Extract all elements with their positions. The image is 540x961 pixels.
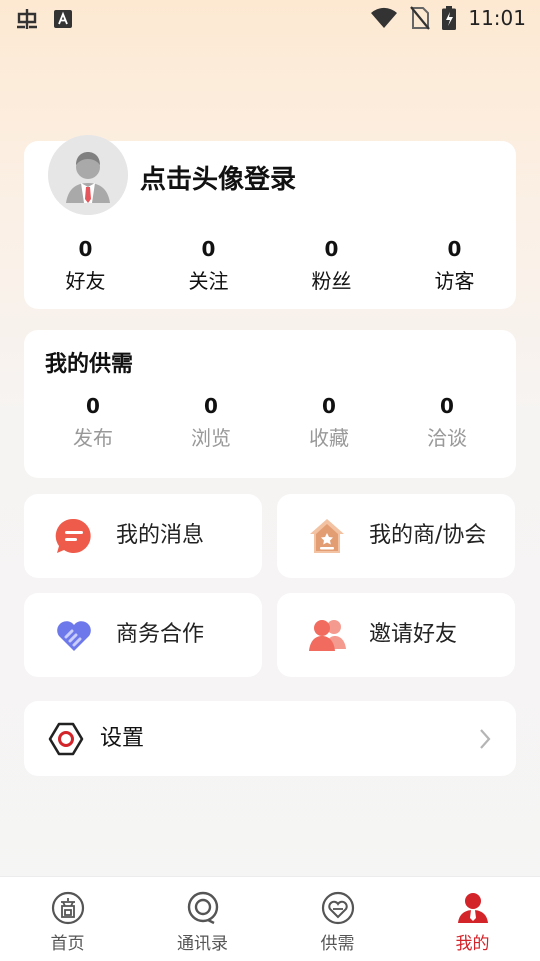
stat-following[interactable]: 0 关注	[147, 237, 270, 293]
stat-negotiations[interactable]: 0 洽谈	[388, 394, 506, 450]
stat-friends[interactable]: 0 好友	[24, 237, 147, 293]
settings-gear-icon	[48, 722, 84, 756]
tab-home[interactable]: 首页	[0, 877, 135, 961]
association-house-icon	[310, 519, 344, 553]
person-icon	[457, 893, 488, 923]
tile-label: 商务合作	[116, 622, 205, 647]
stat-viewed[interactable]: 0 浏览	[152, 394, 270, 450]
tile-label: 邀请好友	[369, 622, 458, 647]
stat-value: 0	[440, 394, 454, 418]
stat-visitors[interactable]: 0 访客	[393, 237, 516, 293]
stat-value: 0	[78, 237, 93, 261]
stat-fans[interactable]: 0 粉丝	[270, 237, 393, 293]
bug-icon	[17, 9, 37, 29]
supply-stats: 0 发布 0 浏览 0 收藏 0 洽谈	[34, 394, 506, 450]
invite-friends-tile[interactable]: 邀请好友	[277, 593, 515, 677]
stat-label: 浏览	[191, 426, 231, 450]
tile-label: 我的商/协会	[369, 523, 487, 548]
contacts-icon	[187, 891, 218, 925]
tab-mine[interactable]: 我的	[405, 877, 540, 961]
supply-heart-icon	[321, 891, 354, 925]
invite-friends-icon	[309, 620, 346, 651]
stat-label: 发布	[73, 426, 113, 450]
stat-label: 收藏	[309, 426, 349, 450]
my-supply-card: 我的供需 0 发布 0 浏览 0 收藏 0 洽谈	[24, 330, 516, 478]
settings-label: 设置	[100, 726, 145, 751]
stat-label: 粉丝	[311, 269, 352, 293]
stat-value: 0	[322, 394, 336, 418]
stat-value: 0	[201, 237, 216, 261]
section-title: 我的供需	[45, 352, 134, 377]
stat-value: 0	[447, 237, 462, 261]
stat-value: 0	[204, 394, 218, 418]
stat-label: 关注	[188, 269, 229, 293]
profile-stats: 0 好友 0 关注 0 粉丝 0 访客	[24, 237, 516, 293]
settings-row[interactable]: 设置	[24, 701, 516, 776]
battery-charging-icon	[442, 6, 457, 30]
stat-label: 洽谈	[427, 426, 467, 450]
no-sim-icon	[410, 6, 431, 30]
home-shang-icon	[51, 891, 84, 925]
message-bubble-icon	[55, 518, 91, 553]
chevron-right-icon	[480, 729, 491, 749]
stat-label: 好友	[65, 269, 106, 293]
my-messages-tile[interactable]: 我的消息	[24, 494, 262, 578]
login-prompt[interactable]: 点击头像登录	[140, 159, 296, 196]
avatar[interactable]	[48, 135, 128, 215]
stat-favorites[interactable]: 0 收藏	[270, 394, 388, 450]
tab-label: 首页	[50, 934, 85, 954]
my-association-tile[interactable]: 我的商/协会	[277, 494, 515, 578]
tile-label: 我的消息	[116, 523, 205, 548]
clock: 11:01	[468, 6, 526, 30]
stat-label: 访客	[434, 269, 475, 293]
tab-label: 供需	[320, 934, 355, 954]
stat-value: 0	[86, 394, 100, 418]
accessibility-a-icon	[54, 10, 72, 28]
status-bar: 11:01	[0, 0, 540, 38]
tab-label: 通讯录	[177, 934, 228, 954]
business-cooperation-tile[interactable]: 商务合作	[24, 593, 262, 677]
profile-card: 点击头像登录 0 好友 0 关注 0 粉丝 0 访客	[24, 135, 516, 309]
default-avatar-icon	[48, 135, 128, 215]
stat-value: 0	[324, 237, 339, 261]
wifi-icon	[371, 7, 398, 28]
tab-contacts[interactable]: 通讯录	[135, 877, 270, 961]
tab-supply[interactable]: 供需	[270, 877, 405, 961]
tab-label: 我的	[455, 934, 490, 954]
stat-published[interactable]: 0 发布	[34, 394, 152, 450]
handshake-heart-icon	[57, 621, 91, 651]
bottom-tab-bar: 首页 通讯录 供需 我的	[0, 876, 540, 961]
